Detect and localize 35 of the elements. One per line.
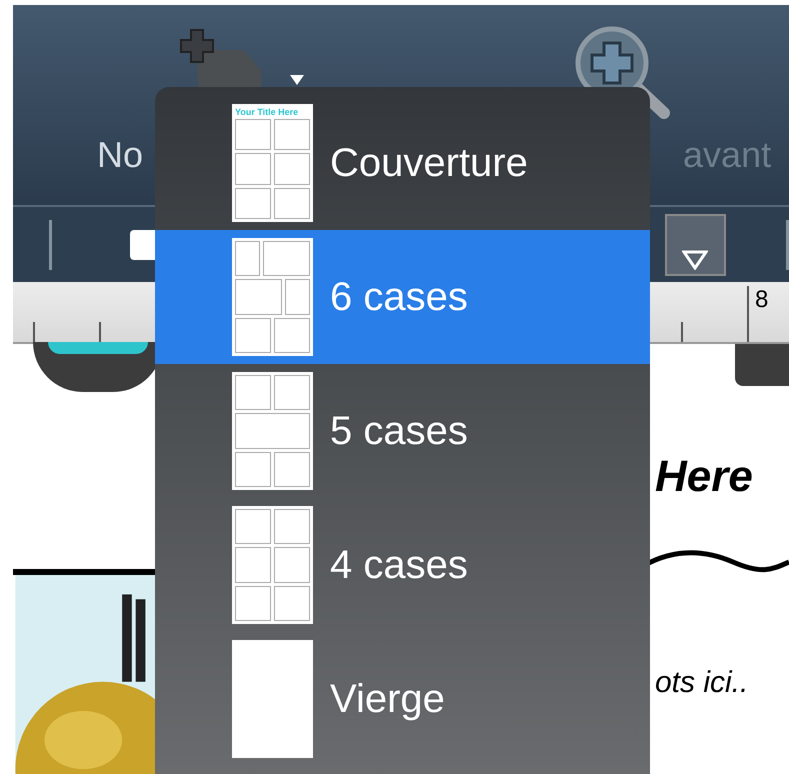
panel-frame [274,509,310,544]
panel-frame [235,547,271,583]
thumbnail-title: Your Title Here [235,107,300,117]
panel-frame [235,188,271,219]
panel-frame [274,547,310,583]
panel-frame [235,241,260,276]
dropdown-caret-icon[interactable] [682,250,708,270]
tab-shape [735,344,789,386]
panel-frame [235,318,271,353]
panel-frame [235,509,271,544]
panel-frame [235,153,271,185]
panel-frame [235,119,271,150]
menu-item[interactable]: Your Title Here Couverture [155,96,650,230]
panel-frame [274,375,310,410]
panel-frame [274,318,310,353]
toolbar-label[interactable]: No [97,128,144,182]
dropdown-caret-icon[interactable] [290,75,304,85]
panel-frame [274,153,310,185]
comic-caption: ots ici.. [655,665,748,701]
menu-item[interactable]: 5 cases [155,364,650,498]
panel-frame [235,375,271,410]
panel-frame [262,241,310,276]
menu-item[interactable]: 4 cases [155,498,650,632]
menu-item[interactable]: 6 cases [155,230,650,364]
panel-frame [235,279,282,315]
ruler-number: 8 [755,285,768,315]
comic-heading: Here [655,451,753,503]
panel-frame [285,279,310,315]
panel-frame [274,188,310,219]
panel-frame [274,586,310,621]
menu-item[interactable]: Vierge [155,632,650,766]
panel-frame [274,119,310,150]
panel-frame [235,452,271,487]
panel-frame [235,586,271,621]
panel-frame [274,452,310,487]
